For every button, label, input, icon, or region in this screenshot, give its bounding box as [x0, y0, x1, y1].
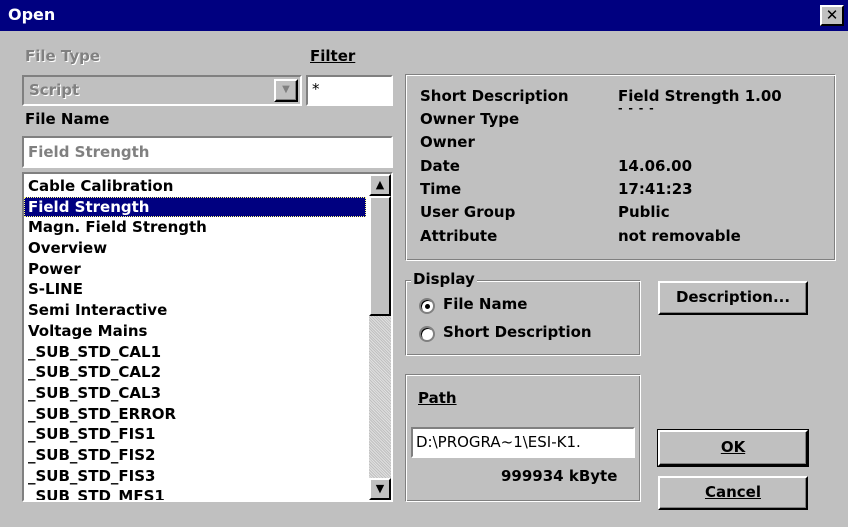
time-label: Time: [420, 180, 462, 198]
attribute-label: Attribute: [420, 227, 498, 245]
file-name-label: File Name: [25, 110, 110, 128]
dropdown-arrow-icon[interactable]: ▼: [274, 79, 298, 102]
attribute-value: not removable: [618, 227, 741, 245]
path-value: D:\PROGRA~1\ESI-K1.: [416, 433, 581, 451]
ok-button-label: OK: [720, 438, 746, 456]
file-list-scrollbar[interactable]: ▲ ▼: [369, 174, 391, 500]
list-item[interactable]: _SUB_STD_FIS2: [24, 445, 366, 466]
list-item[interactable]: S-LINE: [24, 279, 366, 300]
list-item[interactable]: _SUB_STD_CAL2: [24, 362, 366, 383]
close-button[interactable]: ✕: [820, 5, 844, 26]
date-label: Date: [420, 157, 460, 175]
file-type-value: Script: [29, 81, 80, 99]
file-list-items: Cable Calibration Field Strength Magn. Fie…: [24, 176, 366, 500]
list-item[interactable]: Voltage Mains: [24, 321, 366, 342]
ok-button[interactable]: OK: [657, 429, 809, 467]
path-group: Path D:\PROGRA~1\ESI-K1. 999934 kByte: [405, 374, 641, 502]
list-item[interactable]: Overview: [24, 238, 366, 259]
window-title: Open: [8, 5, 56, 24]
file-name-value: Field Strength: [28, 143, 150, 161]
short-description-label: Short Description: [420, 87, 569, 105]
date-value: 14.06.00: [618, 157, 693, 175]
owner-type-value: - - - -: [618, 102, 655, 115]
list-item[interactable]: Cable Calibration: [24, 176, 366, 197]
radio-short-description[interactable]: [419, 326, 435, 342]
description-button[interactable]: Description...: [658, 281, 808, 315]
list-item[interactable]: _SUB_STD_MFS1: [24, 486, 366, 500]
description-button-label: Description...: [675, 288, 791, 306]
list-item[interactable]: _SUB_STD_CAL1: [24, 342, 366, 363]
cancel-button[interactable]: Cancel: [658, 476, 808, 510]
display-group: File Name Short Description: [405, 280, 641, 356]
list-item[interactable]: Magn. Field Strength: [24, 217, 366, 238]
file-name-input[interactable]: Field Strength: [22, 136, 393, 168]
filter-input[interactable]: *: [306, 75, 393, 106]
list-item[interactable]: _SUB_STD_FIS3: [24, 466, 366, 487]
radio-file-name[interactable]: [419, 298, 435, 314]
scroll-thumb[interactable]: [369, 196, 391, 316]
filter-label: Filter: [310, 47, 356, 65]
owner-type-label: Owner Type: [420, 110, 520, 128]
scroll-down-arrow-icon[interactable]: ▼: [369, 478, 391, 500]
owner-label: Owner: [420, 133, 475, 151]
radio-short-description-label[interactable]: Short Description: [443, 323, 592, 341]
path-field[interactable]: D:\PROGRA~1\ESI-K1.: [411, 427, 635, 458]
list-item[interactable]: Field Strength: [24, 196, 366, 218]
time-value: 17:41:23: [618, 180, 693, 198]
path-label: Path: [418, 389, 457, 407]
file-list[interactable]: Cable Calibration Field Strength Magn. Fie…: [22, 172, 393, 502]
list-item[interactable]: Power: [24, 259, 366, 280]
title-bar: [0, 0, 848, 31]
radio-file-name-label[interactable]: File Name: [443, 295, 527, 313]
free-space-value: 999934 kByte: [501, 467, 618, 485]
display-group-title: Display: [411, 270, 477, 288]
list-item[interactable]: _SUB_STD_FIS1: [24, 424, 366, 445]
user-group-label: User Group: [420, 203, 516, 221]
file-type-select[interactable]: Script ▼: [22, 75, 302, 106]
cancel-button-label: Cancel: [704, 483, 761, 501]
info-panel: Short Description Owner Type Owner Date …: [405, 74, 836, 261]
list-item[interactable]: _SUB_STD_ERROR: [24, 404, 366, 425]
list-item[interactable]: Semi Interactive: [24, 300, 366, 321]
list-item[interactable]: _SUB_STD_CAL3: [24, 383, 366, 404]
filter-value: *: [312, 80, 320, 98]
user-group-value: Public: [618, 203, 670, 221]
scroll-up-arrow-icon[interactable]: ▲: [369, 174, 391, 196]
file-type-label: File Type: [25, 47, 101, 65]
